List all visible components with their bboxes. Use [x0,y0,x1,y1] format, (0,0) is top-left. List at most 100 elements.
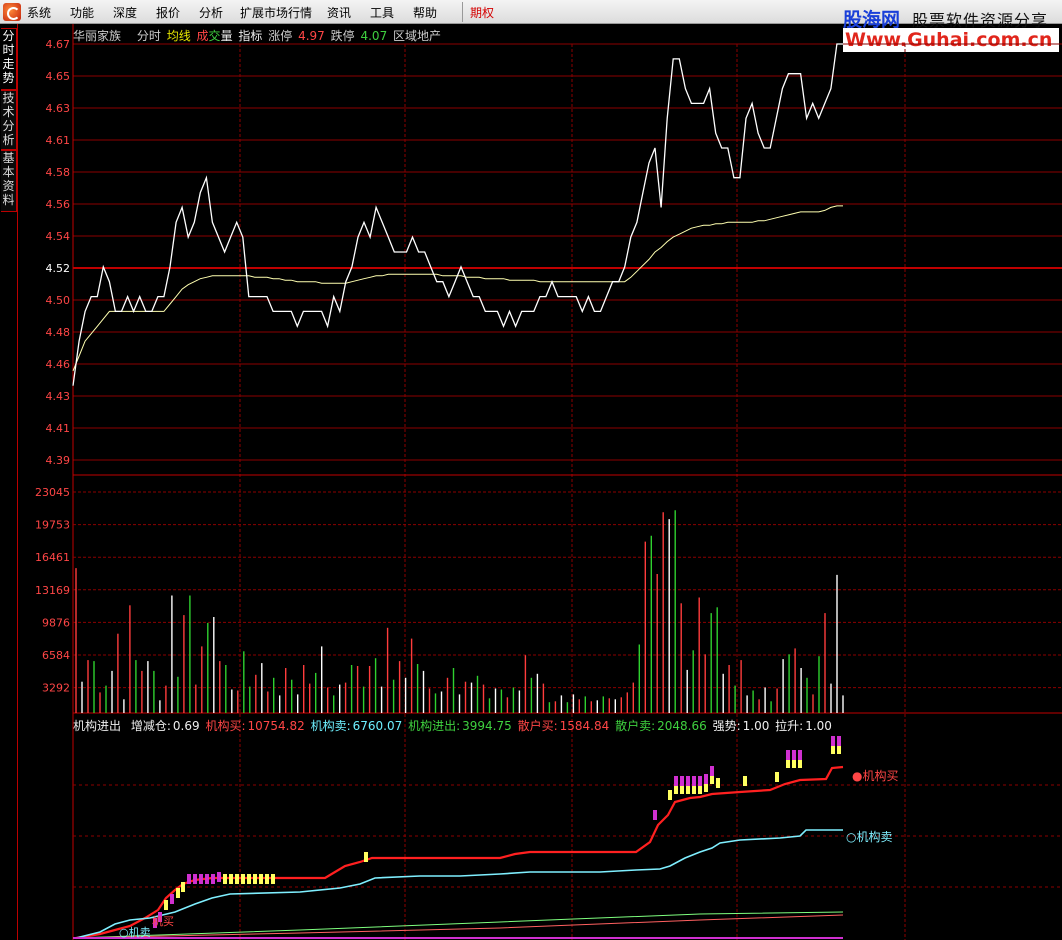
signal-marker [259,874,263,884]
label-liang: 量 [220,29,233,43]
price-tick-label: 4.46 [46,358,71,371]
volume-tick-label: 3292 [42,682,70,695]
label-jiao: 交 [208,29,221,43]
side-tab-bar: 分时走势 技术分析 基本资料 [0,24,18,940]
signal-marker [686,776,690,786]
menu-bar: 系统 功能 深度 报价 分析 扩展市场行情 资讯 工具 帮助 期权 [0,0,1062,24]
signal-marker [716,778,720,788]
signal-marker [193,874,197,884]
signal-marker [164,900,168,910]
signal-marker [743,776,747,786]
retail-sell-line [75,911,844,939]
strength-label: 强势: [712,719,741,733]
tab-technical-label: 技术分析 [2,91,15,147]
signal-marker [692,786,696,794]
label-cheng: 成 [196,29,209,43]
price-tick-label: 4.56 [46,198,71,211]
retail-sell-label: 散户卖: [615,719,656,733]
signal-marker [792,750,796,760]
price-tick-label: 4.63 [46,102,71,115]
inst-net-label: 机构进出: [408,719,461,733]
signal-marker [792,760,796,768]
label-intraday: 分时 [136,29,161,43]
inst-sell-end-label: ○机构卖 [846,829,892,844]
signal-marker [775,772,779,782]
signal-marker [217,872,221,882]
signal-marker [229,874,233,884]
label-indicator[interactable]: 指标 [238,29,262,43]
signal-marker [211,874,215,884]
menu-analysis[interactable]: 分析 [199,4,223,21]
inst-buy-value: 10754.82 [247,719,305,733]
menu-system[interactable]: 系统 [27,4,51,21]
inst-buy-label: 机构买: [205,719,246,733]
signal-marker [674,776,678,786]
tab-intraday[interactable]: 分时走势 [1,28,17,90]
watermark-url[interactable]: Www.Guhai.com.cn [843,28,1059,52]
price-tick-label: 4.52 [46,262,71,275]
signal-marker [680,786,684,794]
inst-buy-line [75,765,844,940]
signal-marker [698,786,702,794]
signal-marker [253,874,257,884]
menu-extended-market[interactable]: 扩展市场行情 [240,4,312,21]
price-tick-label: 4.58 [46,166,71,179]
signal-marker [364,852,368,862]
signal-marker [674,786,678,794]
signal-marker [241,874,245,884]
app-logo-icon[interactable] [3,3,21,21]
signal-marker [176,888,180,898]
tab-technical[interactable]: 技术分析 [1,90,17,150]
price-tick-label: 4.67 [46,38,71,51]
signal-marker [153,918,157,928]
signal-marker [199,874,203,884]
indicator-name[interactable]: 机构进出 [73,719,121,733]
indicator-header: 机构进出 增减仓: 0.69 机构买: 10754.82 机构卖: 6760.07 机… [73,717,834,734]
label-limit-down: 跌停 [330,29,355,43]
tab-fundamentals-label: 基本资料 [2,151,15,207]
menu-help[interactable]: 帮助 [413,4,437,21]
retail-buy-line [75,914,844,939]
menu-depth[interactable]: 深度 [113,4,137,21]
stock-name[interactable]: 华丽家族 [73,29,121,43]
tab-intraday-label: 分时走势 [2,29,15,85]
menu-tools[interactable]: 工具 [370,4,394,21]
signal-marker [831,736,835,746]
tab-fundamentals[interactable]: 基本资料 [1,150,17,212]
signal-marker [271,874,275,884]
signal-marker [798,760,802,768]
volume-tick-label: 13169 [35,584,70,597]
limit-down-value: 4.07 [360,29,388,43]
inst-sell-value: 6760.07 [352,719,403,733]
label-avg-line: 均线 [166,29,191,43]
menu-options[interactable]: 期权 [470,4,494,21]
price-line [72,43,843,386]
menu-news[interactable]: 资讯 [327,4,351,21]
volume-tick-label: 16461 [35,551,70,564]
signal-marker [786,750,790,760]
signal-marker [704,774,708,784]
signal-marker [680,776,684,786]
inst-sell-line [75,829,843,939]
signal-marker [831,746,835,754]
inst-sell-label: 机构卖: [310,719,351,733]
signal-marker [692,776,696,786]
chart-canvas[interactable]: ●机构买 ○机构卖机买○机卖 4.67 4.65 4.63 4.61 4.58 4.56 4.… [0,0,1062,940]
signal-marker [668,790,672,800]
pullup-label: 拉升: [775,719,804,733]
retail-buy-value: 1584.84 [559,719,610,733]
signal-marker [837,746,841,754]
signal-marker [265,874,269,884]
inst-buy-start-label: 机买 [152,914,174,928]
volume-tick-label: 6584 [42,649,70,662]
label-limit-up: 涨停 [268,29,293,43]
menu-function[interactable]: 功能 [70,4,94,21]
sector-name[interactable]: 区域地产 [393,29,441,43]
menu-quote[interactable]: 报价 [156,4,180,21]
signal-marker [837,736,841,746]
price-tick-label: 4.54 [46,230,71,243]
volume-tick-label: 19753 [35,519,70,532]
avg-price-line [72,205,843,372]
signal-marker [698,776,702,786]
retail-buy-label: 散户买: [517,719,558,733]
